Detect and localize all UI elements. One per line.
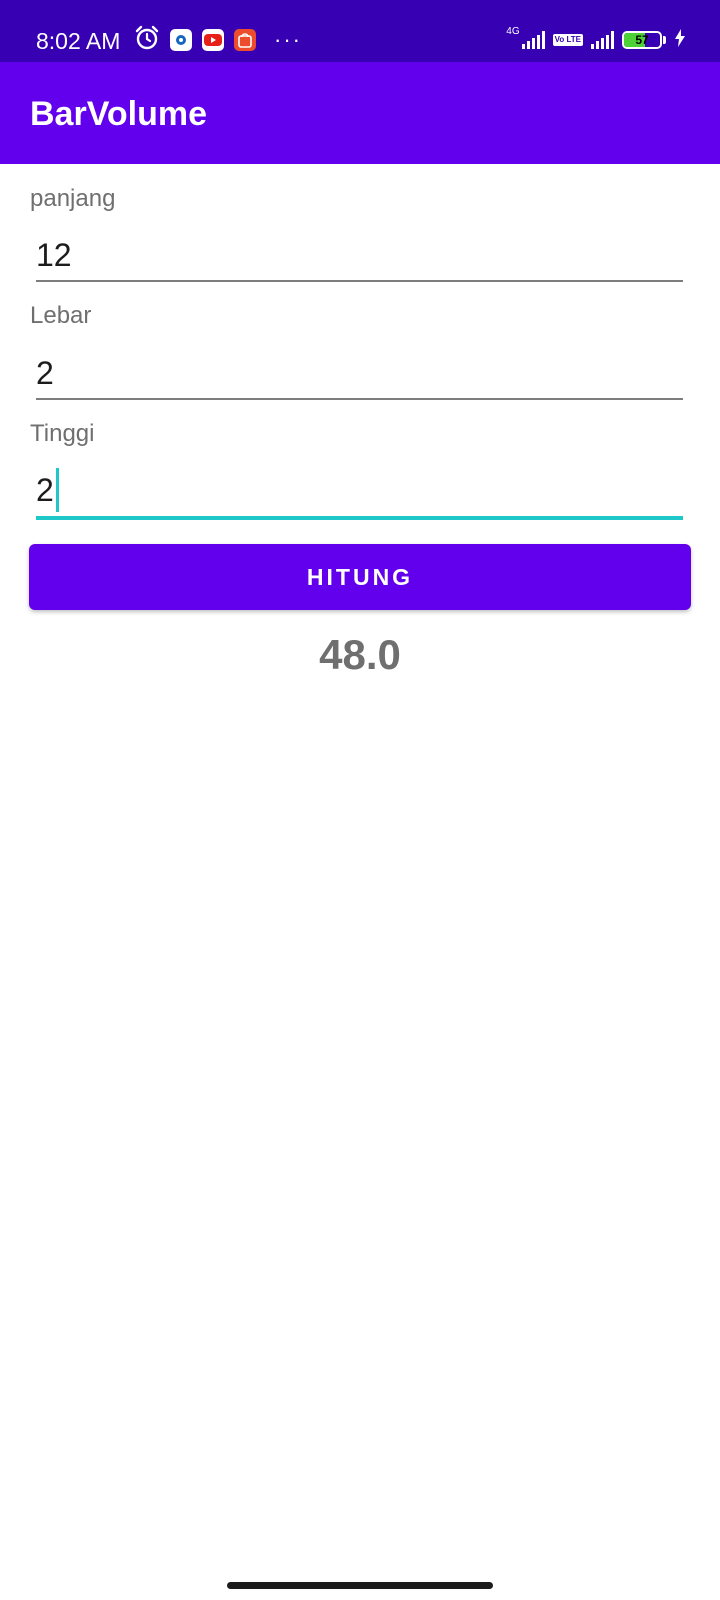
battery-icon: 57	[622, 31, 662, 49]
width-input-underline	[36, 398, 683, 400]
signal-icon	[521, 31, 545, 49]
length-input-underline	[36, 280, 683, 282]
signal-icon	[591, 31, 614, 49]
youtube-icon	[202, 29, 224, 51]
height-input[interactable]	[36, 467, 683, 513]
volte-icon: Vo LTE	[552, 34, 583, 46]
calculate-button[interactable]: HITUNG	[29, 544, 691, 610]
app-title: BarVolume	[30, 95, 207, 133]
text-cursor	[56, 468, 59, 512]
network-type-label: 4G	[506, 26, 520, 37]
height-label: Tinggi	[30, 420, 95, 447]
battery-level: 57	[635, 33, 649, 47]
system-icons: 4G Vo LTE 57	[506, 24, 686, 56]
alarm-icon	[134, 25, 160, 56]
charging-icon	[674, 29, 686, 51]
height-input-underline	[36, 516, 683, 520]
length-label: panjang	[30, 185, 116, 212]
battery-cap	[663, 36, 666, 44]
more-notifications-icon: ···	[274, 27, 302, 52]
status-time: 8:02 AM	[36, 28, 121, 54]
app-bar: BarVolume	[0, 62, 720, 164]
width-label: Lebar	[30, 302, 92, 329]
app-notification-icon	[170, 29, 192, 51]
length-input[interactable]	[36, 232, 683, 278]
width-input[interactable]	[36, 350, 683, 396]
status-bar: 8:02 AM ··· 4G Vo LTE 57	[0, 0, 720, 62]
shopee-icon	[234, 29, 256, 51]
notification-icons: ···	[134, 25, 302, 56]
result-value: 48.0	[319, 631, 401, 678]
home-indicator[interactable]	[227, 1582, 493, 1589]
